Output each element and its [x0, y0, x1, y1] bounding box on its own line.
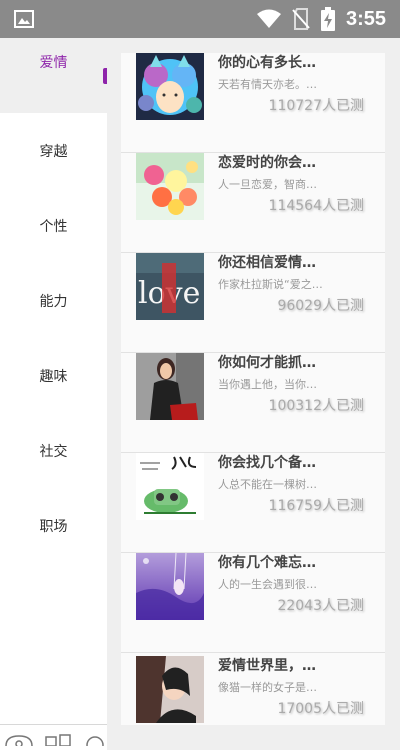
- test-title: 爱情世界里，…: [218, 658, 316, 674]
- profile-icon[interactable]: [84, 731, 106, 750]
- status-time: 3:55: [345, 7, 386, 30]
- battery-charging-icon: [320, 7, 336, 31]
- category-sidebar: 爱情 穿越 个性 能力 趣味 社交 职场: [0, 38, 107, 750]
- category-item-time-travel[interactable]: 穿越: [0, 113, 107, 188]
- test-description: 人一旦恋爱，智商…: [218, 178, 317, 191]
- category-item-personality[interactable]: 个性: [0, 188, 107, 263]
- test-description: 作家杜拉斯说“爱之…: [218, 278, 323, 291]
- category-item-workplace[interactable]: 职场: [0, 488, 107, 563]
- test-title: 你的心有多长…: [218, 55, 316, 71]
- home-icon[interactable]: [4, 731, 34, 750]
- test-count: 22043人已测: [277, 598, 364, 614]
- test-count: 110727人已测: [268, 98, 364, 114]
- list-item[interactable]: 你的心有多长… 天若有情天亦老。… 110727人已测: [121, 53, 385, 153]
- gallery-icon: [14, 10, 34, 28]
- status-bar: 3:55: [0, 0, 400, 38]
- test-title: 你会找几个备…: [218, 455, 316, 471]
- test-description: 像猫一样的女子是…: [218, 681, 317, 694]
- list-item[interactable]: 爱情世界里，… 像猫一样的女子是… 17005人已测: [121, 653, 385, 725]
- list-item[interactable]: 恋爱时的你会… 人一旦恋爱，智商… 114564人已测: [121, 153, 385, 253]
- love-letters-thumbnail: love: [136, 253, 204, 320]
- cartoon-cat-girl-thumbnail: [136, 53, 204, 120]
- test-list: 你的心有多长… 天若有情天亦老。… 110727人已测 恋爱时的你会… 人一旦恋…: [121, 53, 385, 725]
- woman-photo-thumbnail: [136, 656, 204, 723]
- no-sim-icon: [292, 8, 310, 30]
- list-item[interactable]: 你有几个难忘… 人的一生会遇到很… 22043人已测: [121, 553, 385, 653]
- test-count: 17005人已测: [277, 701, 364, 717]
- woman-portrait-thumbnail: [136, 353, 204, 420]
- test-title: 恋爱时的你会…: [218, 155, 316, 171]
- category-item-love[interactable]: 爱情: [0, 38, 107, 113]
- list-item[interactable]: 你如何才能抓… 当你遇上他，当你… 100312人已测: [121, 353, 385, 453]
- list-item[interactable]: love 你还相信爱情… 作家杜拉斯说“爱之… 96029人已测: [121, 253, 385, 353]
- test-description: 天若有情天亦老。…: [218, 78, 317, 91]
- flowers-thumbnail: [136, 153, 204, 220]
- test-description: 当你遇上他，当你…: [218, 378, 317, 391]
- bottom-nav: [0, 724, 107, 750]
- test-count: 114564人已测: [268, 198, 364, 214]
- test-title: 你有几个难忘…: [218, 555, 316, 571]
- category-item-social[interactable]: 社交: [0, 413, 107, 488]
- test-count: 116759人已测: [268, 498, 364, 514]
- test-description: 人总不能在一棵树…: [218, 478, 317, 491]
- test-count: 100312人已测: [268, 398, 364, 414]
- test-count: 96029人已测: [277, 298, 364, 314]
- list-item[interactable]: 你会找几个备… 人总不能在一棵树… 116759人已测: [121, 453, 385, 553]
- wifi-icon: [256, 9, 282, 29]
- test-title: 你还相信爱情…: [218, 255, 316, 271]
- category-item-fun[interactable]: 趣味: [0, 338, 107, 413]
- test-title: 你如何才能抓…: [218, 355, 316, 371]
- test-description: 人的一生会遇到很…: [218, 578, 317, 591]
- handwritten-drawing-thumbnail: [136, 453, 204, 520]
- apps-icon[interactable]: [44, 731, 74, 750]
- girl-on-swing-thumbnail: [136, 553, 204, 620]
- category-item-ability[interactable]: 能力: [0, 263, 107, 338]
